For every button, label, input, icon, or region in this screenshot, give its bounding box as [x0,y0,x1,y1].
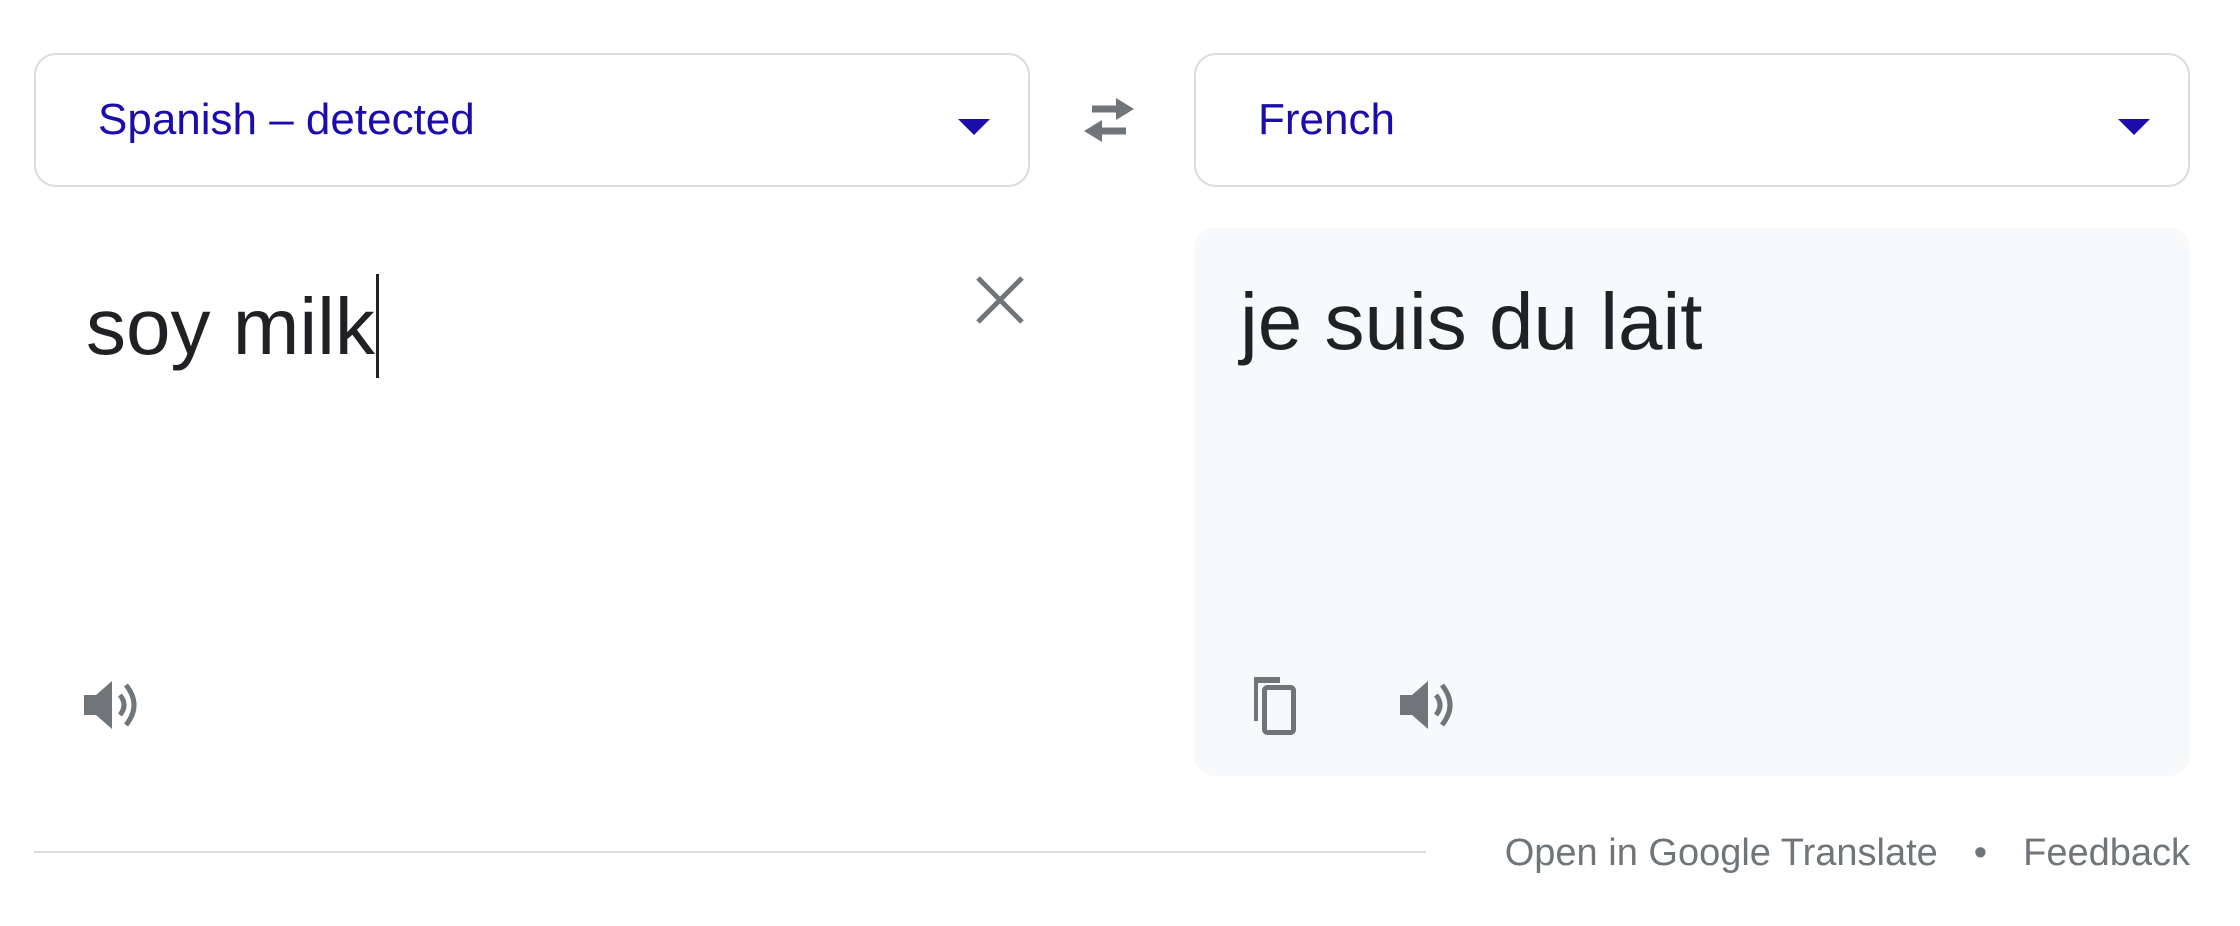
speaker-icon [84,681,137,729]
speaker-icon [1400,681,1453,729]
source-language-label: Spanish – detected [98,95,475,144]
footer-separator: • [1973,832,1988,874]
swap-arrows-icon [1084,98,1134,142]
copy-translation-button[interactable] [1230,665,1310,745]
footer-divider [34,851,1426,853]
close-icon [976,276,1024,324]
clear-source-button[interactable] [970,270,1030,330]
source-language-select[interactable]: Spanish – detected [34,53,1030,187]
target-language-label: French [1258,95,1395,144]
source-text-area[interactable]: soy milk [34,228,1030,776]
swap-languages-button[interactable] [1074,90,1144,150]
listen-source-button[interactable] [74,665,154,745]
target-language-select[interactable]: French [1194,53,2190,187]
open-in-google-translate-link[interactable]: Open in Google Translate [1505,832,1938,874]
source-text-input[interactable]: soy milk [86,274,379,378]
caret-down-icon [2118,119,2150,135]
source-text-value: soy milk [86,282,375,371]
listen-translation-button[interactable] [1390,665,1470,745]
text-cursor [375,274,379,378]
footer-links: Open in Google Translate • Feedback [1505,830,2190,876]
translation-output-area: je suis du lait [1194,228,2190,776]
copy-icon [1254,677,1296,735]
caret-down-icon [958,119,990,135]
translation-text: je suis du lait [1240,277,1703,366]
feedback-link[interactable]: Feedback [2023,832,2190,874]
